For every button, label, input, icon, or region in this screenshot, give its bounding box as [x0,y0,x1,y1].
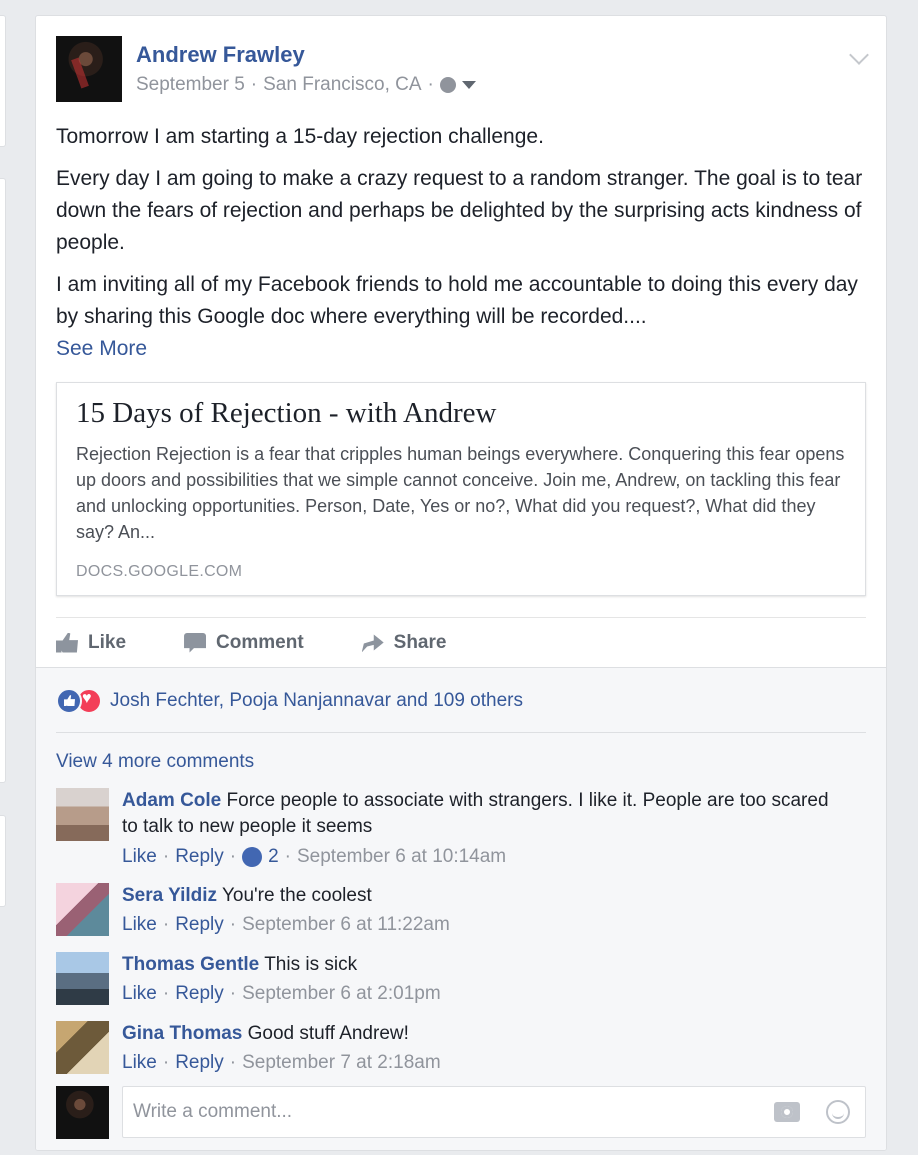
globe-icon[interactable] [439,77,456,93]
comment: Gina Thomas Good stuff Andrew! Like · Re… [56,1021,866,1077]
left-sidebar-edge [0,15,6,147]
comment-time[interactable]: September 6 at 11:22am [242,912,450,938]
comment-like-link[interactable]: Like [122,981,157,1007]
comment-meta: Like · Reply · 2 · September 6 at 10:14a… [122,844,842,870]
commenter-name[interactable]: Thomas Gentle [122,954,259,975]
comment-button[interactable]: Comment [184,632,304,654]
post-location[interactable]: San Francisco, CA [263,74,421,96]
post-meta: September 5 · San Francisco, CA · [136,74,476,96]
comment-reply-link[interactable]: Reply [175,981,224,1007]
author-name[interactable]: Andrew Frawley [136,42,305,68]
post-date[interactable]: September 5 [136,74,245,96]
see-more-link[interactable]: See More [56,337,147,360]
commenter-name[interactable]: Sera Yildiz [122,885,217,906]
divider [56,732,866,733]
comment-meta: Like · Reply · September 6 at 11:22am [122,912,842,938]
post-text: Tomorrow I am starting a 15-day rejectio… [56,121,868,375]
comment-body: Adam Cole Force people to associate with… [122,788,842,870]
feed-post: Andrew Frawley September 5 · San Francis… [35,15,887,1151]
comment-text: This is sick [264,954,358,975]
comment-text: You're the coolest [221,885,372,906]
caret-down-icon[interactable] [461,81,476,89]
comment-meta: Like · Reply · September 6 at 2:01pm [122,981,842,1007]
comment-text: Force people to associate with strangers… [122,790,829,837]
comment: Adam Cole Force people to associate with… [56,788,866,868]
author-avatar[interactable] [56,36,122,102]
reactions-text[interactable]: Josh Fechter, Pooja Nanjannavar and 109 … [110,690,523,712]
link-domain: DOCS.GOOGLE.COM [76,563,243,580]
meta-separator: · [427,74,434,95]
post-header: Andrew Frawley September 5 · San Francis… [56,36,869,106]
thumbs-up-icon [56,632,78,653]
like-button[interactable]: Like [56,632,126,654]
comment: Sera Yildiz You're the coolest Like · Re… [56,883,866,939]
view-more-comments-link[interactable]: View 4 more comments [56,751,254,773]
link-preview-card[interactable]: 15 Days of Rejection - with Andrew Rejec… [56,382,866,596]
like-reaction-icon [56,688,82,714]
share-icon [361,634,384,653]
meta-separator: · [250,74,258,95]
comment-body: Gina Thomas Good stuff Andrew! Like · Re… [122,1021,842,1076]
comment-body: Sera Yildiz You're the coolest Like · Re… [122,883,842,938]
comment-time[interactable]: September 6 at 2:01pm [242,981,441,1007]
link-title[interactable]: 15 Days of Rejection - with Andrew [76,397,496,430]
comment-like-link[interactable]: Like [122,844,157,870]
comment-label: Comment [216,631,304,653]
link-description: Rejection Rejection is a fear that cripp… [76,444,845,542]
left-sidebar-edge [0,178,6,783]
post-paragraph-text: I am inviting all of my Facebook friends… [56,273,858,328]
share-label: Share [393,631,447,653]
comment-time[interactable]: September 6 at 10:14am [297,844,506,870]
comment-body: Thomas Gentle This is sick Like · Reply … [122,952,842,1007]
emoji-icon[interactable] [826,1100,850,1124]
comments-section: Josh Fechter, Pooja Nanjannavar and 109 … [36,667,886,1150]
current-user-avatar [56,1086,109,1139]
commenter-avatar[interactable] [56,952,109,1005]
comment-like-count[interactable]: 2 [268,844,279,870]
post-paragraph: Tomorrow I am starting a 15-day rejectio… [56,125,544,148]
comment-icon [184,632,207,653]
comment: Thomas Gentle This is sick Like · Reply … [56,952,866,1008]
commenter-avatar[interactable] [56,1021,109,1074]
commenter-avatar[interactable] [56,788,109,841]
commenter-name[interactable]: Gina Thomas [122,1023,242,1044]
commenter-avatar[interactable] [56,883,109,936]
left-sidebar-edge [0,815,6,907]
comment-composer [56,1086,866,1140]
comment-meta: Like · Reply · September 7 at 2:18am [122,1050,842,1076]
like-badge-icon [242,847,263,867]
comment-time[interactable]: September 7 at 2:18am [242,1050,441,1076]
comment-like-link[interactable]: Like [122,912,157,938]
post-paragraph: Every day I am going to make a crazy req… [56,167,863,254]
comment-reply-link[interactable]: Reply [175,1050,224,1076]
post-actions: Like Comment Share [56,617,866,667]
chevron-down-icon[interactable] [849,45,869,65]
comment-like-link[interactable]: Like [122,1050,157,1076]
comment-input[interactable] [122,1086,866,1138]
camera-icon[interactable] [774,1102,800,1122]
reactions-summary[interactable]: Josh Fechter, Pooja Nanjannavar and 109 … [56,688,523,714]
like-label: Like [88,631,127,653]
comment-reply-link[interactable]: Reply [175,844,224,870]
commenter-name[interactable]: Adam Cole [122,790,221,811]
comment-text: Good stuff Andrew! [247,1023,409,1044]
comment-reply-link[interactable]: Reply [175,912,224,938]
share-button[interactable]: Share [361,631,447,654]
post-paragraph: I am inviting all of my Facebook friends… [56,269,868,365]
